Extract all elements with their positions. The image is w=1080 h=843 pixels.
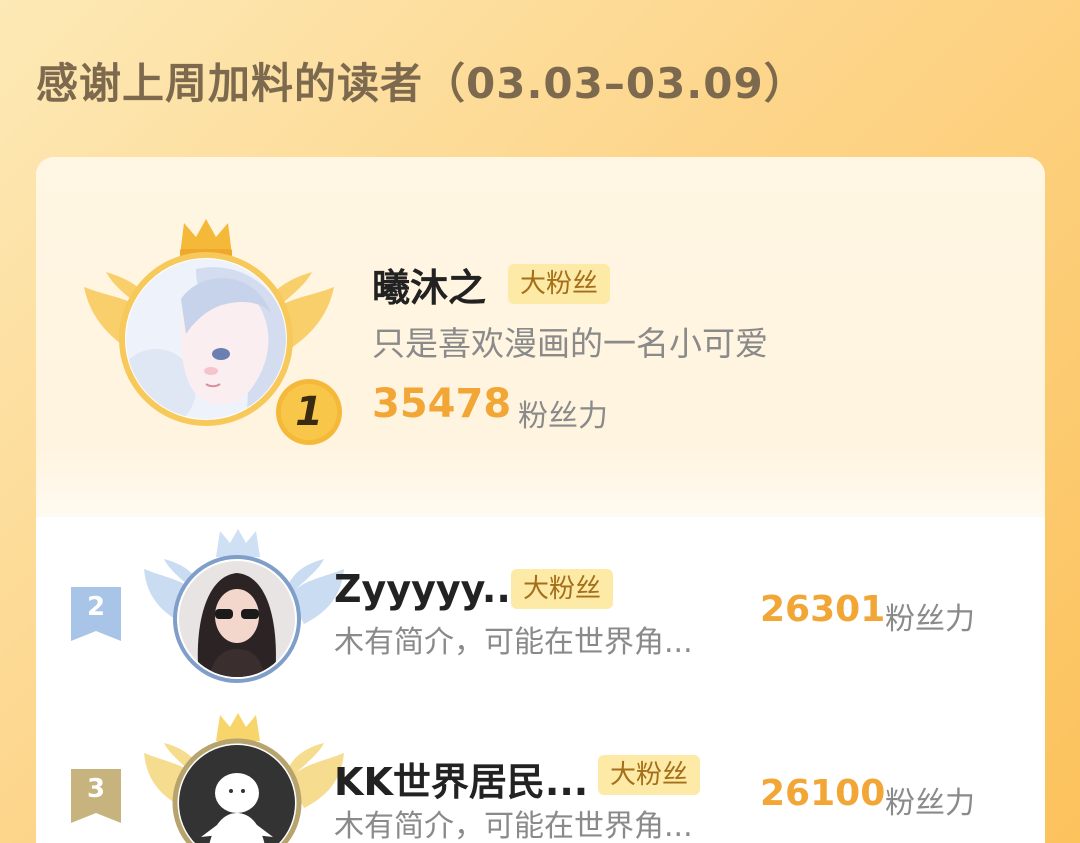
second-place-name[interactable]: Zyyyyy...	[334, 567, 525, 611]
second-place-fan-badge: 大粉丝	[511, 569, 613, 609]
third-place-fan-badge: 大粉丝	[598, 755, 700, 795]
ranking-card: 1 曦沐之 大粉丝 只是喜欢漫画的一名小可爱 35478 粉丝力 2 Zyyyy…	[36, 157, 1045, 843]
first-place-fan-badge: 大粉丝	[508, 264, 610, 304]
first-place-score-unit: 粉丝力	[518, 399, 608, 434]
first-place-name[interactable]: 曦沐之	[372, 257, 486, 312]
third-place-bio: 木有简介，可能在世界角...	[334, 809, 693, 843]
rank-1-number: 1	[295, 389, 323, 435]
second-place-score: 26301	[760, 589, 886, 630]
rank-3-number: 3	[86, 774, 106, 804]
third-place-score: 26100	[760, 773, 886, 814]
second-place-score-unit: 粉丝力	[885, 602, 975, 637]
third-place-name[interactable]: KK世界居民...	[334, 751, 588, 806]
rank-2-number: 2	[86, 592, 106, 622]
anime-girl-avatar-icon	[126, 259, 286, 419]
page-title: 感谢上周加料的读者（03.03–03.09）	[36, 59, 807, 108]
second-place-bio: 木有简介，可能在世界角...	[334, 625, 693, 660]
first-place-score: 35478	[372, 381, 512, 427]
girl-sunglasses-avatar-icon	[179, 561, 295, 677]
second-place-avatar[interactable]	[144, 529, 344, 684]
first-place-avatar[interactable]: 1	[84, 217, 342, 457]
third-place-score-unit: 粉丝力	[885, 786, 975, 821]
third-place-avatar[interactable]	[144, 713, 344, 843]
first-place-bio: 只是喜欢漫画的一名小可爱	[372, 324, 768, 363]
